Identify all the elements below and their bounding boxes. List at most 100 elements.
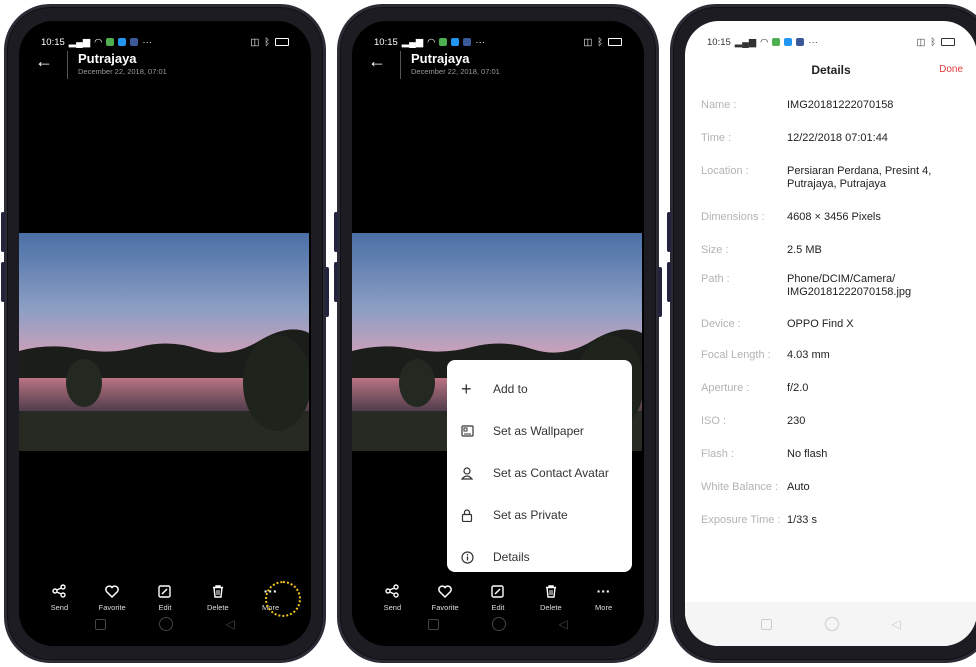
phone-photo-view: 10:15 ▂▄▆ ◠ ··· ◫ ᛒ ← Putrajaya December…: [1, 4, 329, 663]
vibrate-icon: ◫: [250, 36, 260, 48]
app-notification-icon: [439, 38, 448, 46]
person-icon: [461, 466, 493, 480]
info-icon: [461, 550, 493, 564]
photo-title: Putrajaya: [411, 51, 470, 66]
photo-header: ← Putrajaya December 22, 2018, 07:01: [19, 51, 311, 85]
share-icon: [52, 581, 67, 601]
status-bar: 10:15 ▂▄▆ ◠ ··· ◫ ᛒ: [685, 21, 976, 51]
details-row-focal-length: Focal Length : 4.03 mm: [685, 349, 976, 382]
menu-item-set-wallpaper[interactable]: Set as Wallpaper: [447, 410, 632, 452]
nav-bar: ◁: [685, 602, 976, 646]
home-icon[interactable]: [824, 617, 839, 631]
header-divider: [67, 51, 68, 79]
photo-date: December 22, 2018, 07:01: [411, 67, 500, 76]
status-bar: 10:15 ▂▄▆ ◠ ··· ◫ ᛒ: [352, 21, 644, 51]
phone-details: 10:15 ▂▄▆ ◠ ··· ◫ ᛒ Details Done Name: …: [667, 4, 976, 663]
photo-title: Putrajaya: [78, 51, 137, 66]
home-icon[interactable]: [158, 617, 173, 631]
app-notification-icon: [106, 38, 115, 46]
details-value: 4608 × 3456 Pixels: [787, 211, 881, 223]
more-notifications: ···: [808, 36, 818, 48]
status-time: 10:15: [41, 36, 65, 48]
photo-date: December 22, 2018, 07:01: [78, 67, 167, 76]
details-row-white-balance: White Balance : Auto: [685, 481, 976, 514]
details-value: Auto: [787, 481, 810, 493]
back-arrow-icon[interactable]: ←: [368, 51, 400, 71]
volume-button: [334, 262, 338, 302]
menu-item-label: Set as Wallpaper: [493, 424, 584, 438]
signal-icon: ▂▄▆: [734, 36, 757, 48]
details-value: f/2.0: [787, 382, 809, 394]
details-key: White Balance :: [701, 481, 779, 493]
back-arrow-icon[interactable]: ←: [35, 51, 67, 71]
back-nav-icon[interactable]: ◁: [891, 617, 900, 631]
trash-icon: [212, 581, 224, 601]
app-notification-icon: [784, 38, 793, 46]
plus-icon: +: [461, 378, 472, 399]
details-row-device: Device : OPPO Find X: [685, 318, 976, 349]
bluetooth-icon: ᛒ: [930, 36, 936, 48]
trash-icon: [545, 581, 557, 601]
lock-icon: [461, 508, 493, 522]
details-key: ISO :: [701, 415, 727, 427]
details-value: 4.03 mm: [787, 349, 830, 361]
battery-icon: [941, 38, 955, 46]
details-value: No flash: [787, 448, 828, 460]
details-title: Details: [811, 63, 851, 77]
heart-icon: [105, 581, 120, 601]
details-key: Flash :: [701, 448, 735, 460]
recents-icon[interactable]: [428, 618, 440, 630]
back-nav-icon[interactable]: ◁: [225, 617, 234, 631]
details-key: Time :: [701, 132, 732, 144]
recents-icon[interactable]: [95, 618, 107, 630]
status-time: 10:15: [707, 36, 731, 48]
details-row-path: Path : Phone/DCIM/Camera/ IMG20181222070…: [685, 273, 976, 318]
sunset-photo[interactable]: [19, 233, 311, 451]
details-key: Size :: [701, 244, 729, 256]
menu-item-label: Set as Contact Avatar: [493, 466, 609, 480]
nav-bar: ◁: [19, 602, 311, 646]
share-icon: [385, 581, 400, 601]
details-key: Aperture :: [701, 382, 750, 394]
menu-item-add-to[interactable]: + Add to: [447, 368, 632, 410]
vibrate-icon: ◫: [583, 36, 593, 48]
more-notifications: ···: [475, 36, 485, 48]
sunset-photo-image: [19, 233, 309, 451]
wallpaper-icon: [461, 425, 493, 437]
volume-button: [1, 262, 5, 302]
details-key: Location :: [701, 165, 749, 177]
menu-item-label: Add to: [493, 382, 528, 396]
more-menu: + Add to Set as Wallpaper Set as Contact…: [447, 360, 632, 572]
details-key: Name :: [701, 99, 737, 111]
phone-more-menu: 10:15 ▂▄▆ ◠ ··· ◫ ᛒ ← Putrajaya December…: [334, 4, 662, 663]
details-list: Name : IMG20181222070158 Time : 12/22/20…: [685, 99, 976, 547]
app-notification-icon: [451, 38, 460, 46]
volume-button: [667, 262, 671, 302]
volume-button: [334, 212, 338, 252]
home-icon[interactable]: [491, 617, 506, 631]
details-value: IMG20181222070158: [787, 99, 894, 111]
wifi-icon: ◠: [427, 36, 436, 48]
more-icon: ···: [596, 583, 611, 599]
volume-button: [1, 212, 5, 252]
screenshot-stage: 10:15 ▂▄▆ ◠ ··· ◫ ᛒ ← Putrajaya December…: [0, 0, 976, 667]
details-key: Path :: [701, 273, 730, 285]
details-value: 2.5 MB: [787, 244, 822, 256]
menu-item-set-contact-avatar[interactable]: Set as Contact Avatar: [447, 452, 632, 494]
facebook-icon: [796, 38, 805, 46]
wifi-icon: ◠: [760, 36, 769, 48]
menu-item-set-private[interactable]: Set as Private: [447, 494, 632, 536]
facebook-icon: [463, 38, 472, 46]
back-nav-icon[interactable]: ◁: [558, 617, 567, 631]
done-button[interactable]: Done: [939, 64, 963, 75]
status-bar: 10:15 ▂▄▆ ◠ ··· ◫ ᛒ: [19, 21, 311, 51]
wifi-icon: ◠: [94, 36, 103, 48]
edit-icon: [158, 581, 172, 601]
menu-item-details[interactable]: Details: [447, 536, 632, 578]
edit-icon: [491, 581, 505, 601]
details-row-iso: ISO : 230: [685, 415, 976, 448]
bluetooth-icon: ᛒ: [264, 36, 270, 48]
screen: 10:15 ▂▄▆ ◠ ··· ◫ ᛒ ← Putrajaya December…: [19, 21, 311, 646]
details-row-location: Location : Persiaran Perdana, Presint 4,…: [685, 165, 976, 211]
recents-icon[interactable]: [761, 618, 773, 630]
